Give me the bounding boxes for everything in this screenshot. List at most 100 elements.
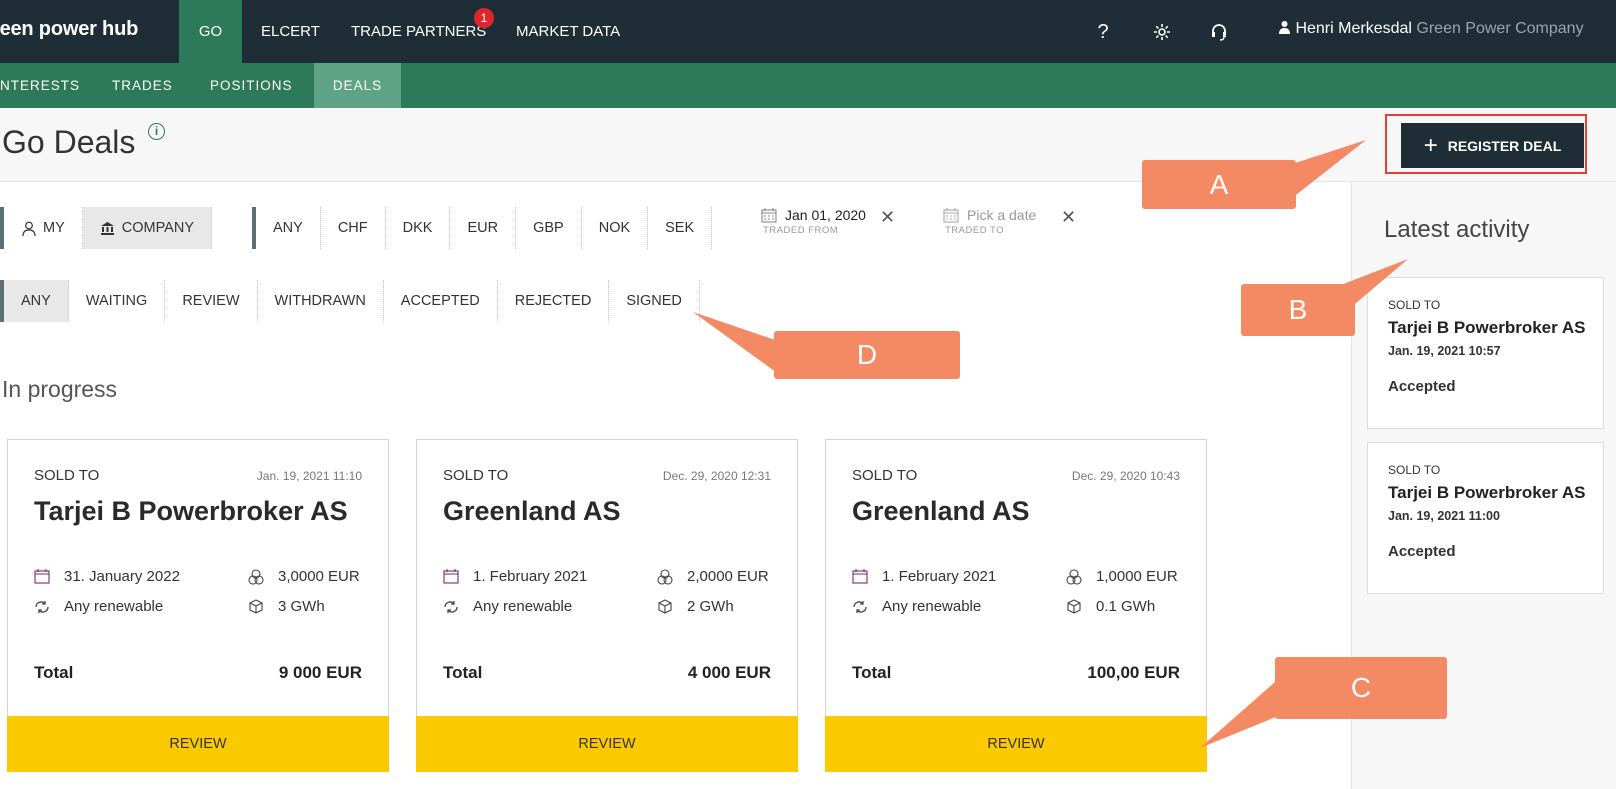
renew-icon	[34, 599, 50, 615]
headset-icon[interactable]	[1206, 19, 1232, 45]
status-signed[interactable]: SIGNED	[609, 280, 700, 322]
user-company: Green Power Company	[1416, 20, 1584, 37]
traded-from-field[interactable]: Jan 01, 2020 TRADED FROM	[761, 207, 866, 236]
callout-b: B	[1241, 284, 1355, 336]
clear-to-icon[interactable]: ✕	[1061, 208, 1076, 226]
subnav-positions[interactable]: POSITIONS	[210, 63, 293, 108]
deal-sold-to-label: SOLD TO	[34, 467, 100, 484]
status-withdrawn[interactable]: WITHDRAWN	[258, 280, 384, 322]
nav-trade-partners[interactable]: TRADE PARTNERS	[351, 0, 486, 63]
bank-icon	[100, 220, 116, 236]
currency-gbp[interactable]: GBP	[516, 207, 582, 249]
subnav-trades[interactable]: TRADES	[112, 63, 173, 108]
renew-icon	[443, 599, 459, 615]
deal-sold-to-label: SOLD TO	[852, 467, 918, 484]
notification-badge: 1	[474, 8, 494, 28]
activity-item[interactable]: SOLD TO Tarjei B Powerbroker AS Jan. 19,…	[1367, 277, 1604, 429]
deal-counterparty: Greenland AS	[852, 496, 1030, 526]
traded-to-field[interactable]: Pick a date TRADED TO	[943, 207, 1036, 236]
deal-counterparty: Tarjei B Powerbroker AS	[34, 496, 348, 526]
currency-dkk[interactable]: DKK	[386, 207, 451, 249]
filter-my[interactable]: MY	[4, 207, 83, 249]
renew-icon	[852, 599, 868, 615]
calendar-icon	[943, 207, 959, 223]
review-button[interactable]: REVIEW	[825, 716, 1207, 772]
deal-source: Any renewable	[443, 598, 572, 615]
review-button[interactable]: REVIEW	[416, 716, 798, 772]
deal-source: Any renewable	[34, 598, 163, 615]
clear-from-icon[interactable]: ✕	[880, 208, 895, 226]
deal-timestamp: Jan. 19, 2021 11:10	[256, 469, 362, 483]
traded-to-label: TRADED TO	[945, 225, 1005, 236]
activity-item[interactable]: SOLD TO Tarjei B Powerbroker AS Jan. 19,…	[1367, 442, 1604, 594]
review-button[interactable]: REVIEW	[7, 716, 389, 772]
traded-from-value: Jan 01, 2020	[785, 207, 866, 223]
activity-time: Jan. 19, 2021 11:00	[1388, 509, 1500, 523]
status-waiting[interactable]: WAITING	[69, 280, 166, 322]
activity-status: Accepted	[1388, 543, 1456, 560]
activity-status: Accepted	[1388, 378, 1456, 395]
help-icon[interactable]: ?	[1090, 19, 1116, 45]
cube-icon	[1066, 599, 1082, 615]
deal-volume: 0.1 GWh	[1066, 598, 1155, 615]
traded-to-placeholder: Pick a date	[967, 207, 1037, 223]
nav-market-data[interactable]: MARKET DATA	[516, 0, 620, 63]
nav-go[interactable]: GO	[179, 0, 242, 63]
deal-total-label: Total	[852, 663, 892, 682]
gear-icon[interactable]	[1149, 19, 1175, 45]
user-icon	[1278, 20, 1295, 37]
currency-eur[interactable]: EUR	[450, 207, 517, 249]
deal-total-label: Total	[443, 663, 483, 682]
deal-volume: 3 GWh	[248, 598, 325, 615]
coins-icon	[248, 568, 264, 585]
deal-card[interactable]: SOLD TO Jan. 19, 2021 11:10 Tarjei B Pow…	[7, 439, 389, 772]
currency-any[interactable]: ANY	[256, 207, 321, 249]
page-header	[0, 108, 1616, 182]
status-review[interactable]: REVIEW	[165, 280, 258, 322]
subnav-interests[interactable]: NTERESTS	[0, 63, 80, 108]
activity-counterparty: Tarjei B Powerbroker AS	[1388, 318, 1586, 337]
plus-icon: +	[1423, 131, 1438, 159]
status-rejected[interactable]: REJECTED	[498, 280, 610, 322]
deal-timestamp: Dec. 29, 2020 12:31	[662, 469, 771, 483]
activity-label: SOLD TO	[1388, 298, 1441, 312]
info-icon[interactable]: i	[148, 123, 165, 140]
activity-counterparty: Tarjei B Powerbroker AS	[1388, 483, 1586, 502]
deal-total: 9 000 EUR	[278, 663, 362, 682]
activity-label: SOLD TO	[1388, 463, 1441, 477]
calendar-icon	[852, 569, 868, 585]
deal-total: 4 000 EUR	[687, 663, 771, 682]
status-accepted[interactable]: ACCEPTED	[384, 280, 498, 322]
currency-nok[interactable]: NOK	[582, 207, 649, 249]
status-any[interactable]: ANY	[4, 280, 69, 322]
filter-company[interactable]: COMPANY	[82, 207, 212, 249]
status-filters: ANY WAITING REVIEW WITHDRAWN ACCEPTED RE…	[0, 280, 700, 322]
deal-date: 1. February 2021	[852, 568, 996, 585]
top-nav: reen power hub GO ELCERT TRADE PARTNERS …	[0, 0, 1616, 63]
traded-from-label: TRADED FROM	[763, 225, 839, 236]
deal-price: 1,0000 EUR	[1066, 568, 1178, 585]
deal-price: 3,0000 EUR	[248, 568, 360, 585]
subnav-deals[interactable]: DEALS	[314, 63, 401, 108]
deal-card[interactable]: SOLD TO Dec. 29, 2020 12:31 Greenland AS…	[416, 439, 798, 772]
brand-logo[interactable]: reen power hub	[0, 18, 138, 41]
currency-sek[interactable]: SEK	[648, 207, 713, 249]
deal-card[interactable]: SOLD TO Dec. 29, 2020 10:43 Greenland AS…	[825, 439, 1207, 772]
activity-title: Latest activity	[1384, 216, 1530, 243]
register-deal-button[interactable]: + REGISTER DEAL	[1401, 123, 1584, 168]
nav-elcert[interactable]: ELCERT	[261, 0, 320, 63]
cube-icon	[248, 599, 264, 615]
deal-price: 2,0000 EUR	[657, 568, 769, 585]
page-title: Go Deals	[2, 124, 136, 160]
callout-a: A	[1142, 160, 1296, 209]
calendar-icon	[443, 569, 459, 585]
deal-volume: 2 GWh	[657, 598, 734, 615]
callout-c: C	[1275, 657, 1447, 719]
register-deal-label: REGISTER DEAL	[1447, 137, 1562, 154]
coins-icon	[1066, 568, 1082, 585]
user-menu[interactable]: Henri Merkesdal Green Power Company	[1278, 20, 1584, 38]
owner-currency-filters: MY COMPANY ANY CHF DKK EUR GBP NOK SEK	[0, 207, 713, 249]
deal-counterparty: Greenland AS	[443, 496, 621, 526]
calendar-icon	[761, 207, 777, 223]
currency-chf[interactable]: CHF	[321, 207, 386, 249]
